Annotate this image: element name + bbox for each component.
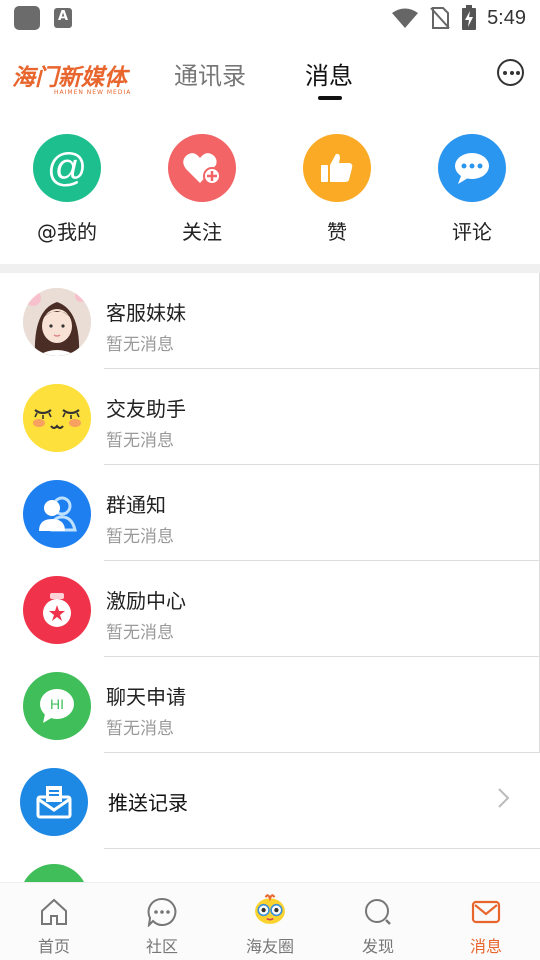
tab-contacts[interactable]: 通讯录	[174, 56, 246, 91]
medal-icon	[23, 576, 91, 644]
nav-label: 消息	[469, 937, 502, 956]
push-record-row[interactable]: 推送记录	[0, 753, 540, 849]
conversation-title: 聊天申请	[106, 685, 186, 709]
chevron-right-icon	[498, 788, 510, 808]
mascot-icon	[255, 894, 285, 924]
more-icon[interactable]	[497, 59, 524, 86]
nav-community[interactable]: 社区	[108, 883, 216, 960]
quick-action-label: 评论	[452, 220, 492, 244]
nav-label: 首页	[37, 937, 70, 956]
svg-text:HI: HI	[50, 696, 64, 712]
conversation-list: 客服妹妹 暂无消息 交友助手 暂无消息 群通知 暂无消息 激励中心 暂无消息 H…	[0, 273, 540, 945]
comment-icon	[438, 134, 506, 202]
conversation-title: 交友助手	[106, 397, 186, 421]
section-divider	[0, 264, 540, 273]
tab-messages[interactable]: 消息	[305, 56, 353, 91]
no-sim-icon	[430, 7, 450, 29]
battery-charging-icon	[462, 5, 477, 30]
list-item[interactable]: 交友助手 暂无消息	[0, 369, 540, 465]
active-tab-indicator	[318, 96, 342, 100]
list-item[interactable]: 群通知 暂无消息	[0, 465, 540, 561]
push-record-title: 推送记录	[108, 791, 188, 815]
chat-hi-icon: HI	[23, 672, 91, 740]
home-icon	[41, 898, 67, 925]
envelope-icon	[471, 900, 501, 924]
app-icon	[14, 6, 40, 30]
chat-dots-icon	[147, 897, 177, 927]
status-bar: A 5:49	[0, 0, 540, 36]
group-icon	[23, 480, 91, 548]
discover-icon	[365, 899, 391, 925]
quick-actions: @ @我的 关注 赞 评论	[0, 134, 540, 254]
nav-discover[interactable]: 发现	[324, 883, 432, 960]
nav-label: 海友圈	[245, 937, 294, 956]
list-item[interactable]: HI 聊天申请 暂无消息	[0, 657, 540, 753]
conversation-preview: 暂无消息	[106, 431, 174, 451]
nav-messages[interactable]: 消息	[432, 883, 540, 960]
smiley-face-avatar	[23, 384, 91, 452]
conversation-title: 客服妹妹	[106, 301, 186, 325]
conversation-title: 激励中心	[106, 589, 186, 613]
at-icon: @	[33, 134, 101, 202]
nav-label: 社区	[145, 937, 178, 956]
conversation-preview: 暂无消息	[106, 527, 174, 547]
quick-action-label: @我的	[37, 220, 97, 244]
notification-badge: A	[54, 8, 72, 28]
nav-friends-circle[interactable]: 海友圈	[216, 883, 324, 960]
bottom-nav: 首页 社区 海友圈 发现 消息	[0, 882, 540, 960]
logo: 海门新媒体 HAIMEN NEW MEDIA	[12, 58, 131, 96]
conversation-preview: 暂无消息	[106, 335, 174, 355]
mail-icon	[20, 768, 88, 836]
quick-action-comments[interactable]: 评论	[417, 134, 527, 245]
wifi-icon	[392, 8, 419, 28]
conversation-preview: 暂无消息	[106, 623, 174, 643]
heart-plus-icon	[168, 134, 236, 202]
list-item[interactable]: 客服妹妹 暂无消息	[0, 273, 540, 369]
quick-action-label: 关注	[182, 220, 222, 244]
quick-action-label: 赞	[327, 220, 347, 244]
conversation-preview: 暂无消息	[106, 719, 174, 739]
nav-label: 发现	[361, 937, 394, 956]
thumbs-up-icon	[303, 134, 371, 202]
list-item[interactable]: 激励中心 暂无消息	[0, 561, 540, 657]
clock: 5:49	[487, 6, 526, 29]
logo-text: 海门新媒体	[12, 64, 127, 91]
quick-action-likes[interactable]: 赞	[282, 134, 392, 245]
girl-photo-avatar	[23, 288, 91, 356]
nav-home[interactable]: 首页	[0, 883, 108, 960]
conversation-title: 群通知	[106, 493, 166, 517]
header: 海门新媒体 HAIMEN NEW MEDIA 通讯录 消息	[0, 40, 540, 106]
quick-action-mentions[interactable]: @ @我的	[12, 134, 122, 245]
quick-action-follow[interactable]: 关注	[147, 134, 257, 245]
